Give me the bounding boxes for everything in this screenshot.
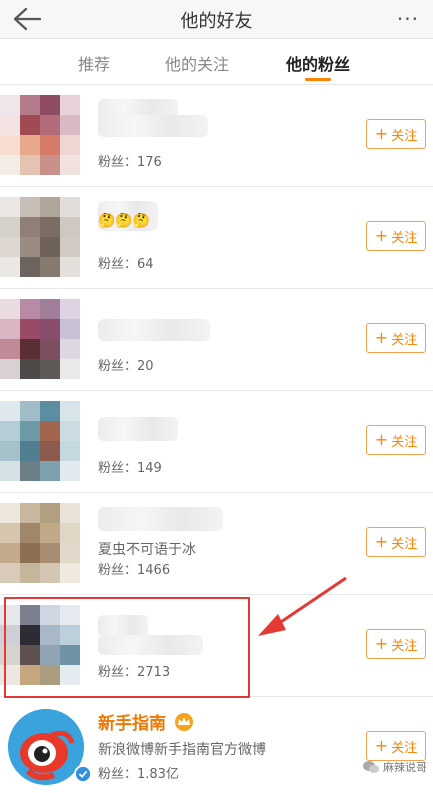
weibo-mascot-icon — [8, 709, 84, 785]
follow-button[interactable]: + 关注 — [366, 425, 426, 455]
plus-icon: + — [374, 430, 389, 449]
avatar — [0, 503, 82, 585]
list-item[interactable]: 粉丝：149 + 关注 — [0, 391, 433, 493]
follow-label: 关注 — [391, 434, 418, 450]
fans-count: 粉丝：1466 — [98, 563, 171, 578]
follow-label: 关注 — [391, 128, 418, 144]
follow-button[interactable]: + 关注 — [366, 629, 426, 659]
user-name-blurred — [98, 417, 178, 441]
plus-icon: + — [374, 736, 389, 755]
follow-label: 关注 — [391, 638, 418, 654]
list-item[interactable]: 新手指南 新浪微博新手指南官方微博 粉丝：1.83亿 + 关注 — [0, 697, 433, 793]
avatar — [0, 197, 82, 279]
plus-icon: + — [374, 226, 389, 245]
watermark: 麻辣说哥 — [363, 759, 427, 775]
avatar — [0, 299, 82, 381]
more-options-icon[interactable]: ··· — [397, 7, 419, 31]
page-title: 他的好友 — [180, 11, 253, 32]
tab-recommend[interactable]: 推荐 — [78, 51, 110, 75]
follow-button[interactable]: + 关注 — [366, 731, 426, 761]
avatar — [8, 709, 84, 785]
list-item[interactable]: 粉丝：20 + 关注 — [0, 289, 433, 391]
follow-button[interactable]: + 关注 — [366, 527, 426, 557]
highlight-box — [4, 597, 250, 698]
follow-label: 关注 — [391, 332, 418, 348]
tab-his-following[interactable]: 他的关注 — [165, 51, 229, 75]
list-item[interactable]: 夏虫不可语于冰 粉丝：1466 + 关注 — [0, 493, 433, 595]
user-desc: 🤔🤔🤔 — [98, 213, 151, 229]
top-bar: 他的好友 ··· — [0, 0, 433, 39]
user-name-blurred — [98, 319, 210, 341]
list-item[interactable]: 粉丝：176 + 关注 — [0, 85, 433, 187]
list-item[interactable]: 🤔🤔🤔 粉丝：64 + 关注 — [0, 187, 433, 289]
tab-bar: 推荐 他的关注 他的粉丝 — [0, 39, 433, 85]
tab-his-fans[interactable]: 他的粉丝 — [286, 51, 350, 75]
active-tab-indicator — [305, 78, 331, 81]
fans-count: 粉丝：176 — [98, 155, 162, 170]
avatar — [0, 95, 82, 177]
user-desc-blurred — [98, 115, 208, 137]
red-arrow-icon — [258, 576, 347, 636]
fans-count: 粉丝：64 — [98, 257, 154, 272]
fans-count: 粉丝：1.83亿 — [98, 767, 179, 782]
fans-count: 粉丝：20 — [98, 359, 154, 374]
plus-icon: + — [374, 532, 389, 551]
follow-label: 关注 — [391, 536, 418, 552]
user-desc: 夏虫不可语于冰 — [98, 542, 196, 558]
follow-label: 关注 — [391, 230, 418, 246]
plus-icon: + — [374, 634, 389, 653]
follow-button[interactable]: + 关注 — [366, 119, 426, 149]
user-desc: 新浪微博新手指南官方微博 — [98, 742, 266, 758]
wechat-icon — [363, 761, 379, 773]
verified-badge-icon — [74, 765, 92, 783]
avatar — [0, 401, 82, 483]
fans-count: 粉丝：149 — [98, 461, 162, 476]
user-name: 新手指南 — [98, 714, 166, 734]
plus-icon: + — [374, 328, 389, 347]
follow-button[interactable]: + 关注 — [366, 221, 426, 251]
crown-icon — [175, 713, 193, 731]
user-name-blurred — [98, 507, 223, 531]
watermark-text: 麻辣说哥 — [383, 761, 427, 774]
plus-icon: + — [374, 124, 389, 143]
follow-label: 关注 — [391, 740, 418, 756]
follow-button[interactable]: + 关注 — [366, 323, 426, 353]
